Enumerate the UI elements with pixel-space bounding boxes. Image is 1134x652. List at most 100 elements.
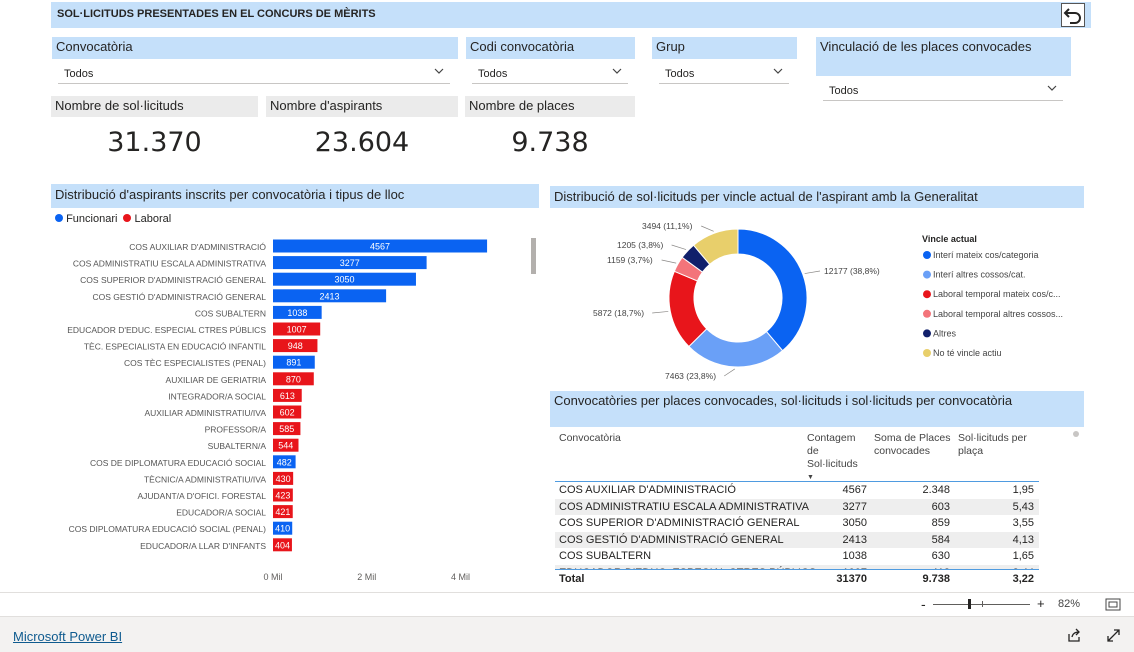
bar-value-label: 891 [286, 358, 301, 368]
donut-legend-item[interactable]: Altres [933, 328, 957, 338]
bar-category-label: AUXILIAR DE GERIATRIA [166, 375, 267, 385]
donut-legend-item[interactable]: No té vincle actiu [933, 348, 1002, 358]
bar-value-label: 404 [275, 540, 290, 550]
bar-value-label: 421 [275, 507, 290, 517]
legend-laboral: Laboral [134, 213, 172, 225]
donut-legend-item[interactable]: Laboral temporal altres cossos... [933, 309, 1063, 319]
col-convocatoria-label: Convocatòria [559, 432, 621, 444]
row-places: 2.348 [922, 484, 950, 496]
convocatoria-dropdown[interactable]: Todos [58, 64, 450, 84]
bar-category-label: COS AUXILIAR D'ADMINISTRACIÓ [129, 242, 266, 252]
card-aspirants-label: Nombre d'aspirants [270, 98, 383, 113]
bar-category-label: AUXILIAR ADMINISTRATIU/IVA [144, 408, 266, 418]
zoom-level: 82% [1058, 598, 1081, 610]
row-ratio: 3,55 [1012, 517, 1034, 529]
donut-legend-marker [923, 270, 931, 279]
chevron-down-icon [773, 68, 783, 74]
chevron-down-icon [1047, 85, 1057, 91]
bar-value-label: 602 [280, 408, 295, 418]
table-header-row: Convocatòria Contagem de Sol·licituds ▼ S… [550, 432, 1040, 481]
reset-button[interactable] [1061, 3, 1085, 27]
power-bi-link[interactable]: Microsoft Power BI [13, 629, 122, 644]
bar-value-label: 1007 [287, 325, 307, 335]
bar-value-label: 482 [277, 457, 292, 467]
leader-line [701, 225, 714, 232]
bar-category-label: COS SUPERIOR D'ADMINISTRACIÓ GENERAL [80, 275, 266, 285]
row-convocatoria: COS AUXILIAR D'ADMINISTRACIÓ [559, 484, 736, 496]
row-solicituds: 3277 [842, 500, 867, 513]
donut-value-label: 5872 (18,7%) [593, 308, 644, 318]
filter-grup-label: Grup [656, 39, 685, 54]
row-solicituds: 3050 [842, 517, 867, 529]
row-ratio: 4,13 [1012, 533, 1034, 546]
card-solicituds-label: Nombre de sol·licituds [55, 98, 184, 113]
table-row[interactable]: COS ADMINISTRATIU ESCALA ADMINISTRATIVA 3… [555, 498, 1039, 515]
donut-slice[interactable] [688, 328, 784, 368]
bar-value-label: 3050 [334, 275, 354, 285]
expand-icon[interactable] [1106, 628, 1121, 643]
table-row[interactable]: COS SUPERIOR D'ADMINISTRACIÓ GENERAL 3050… [555, 515, 1039, 532]
bar-value-label: 4567 [370, 242, 390, 252]
grup-dropdown[interactable]: Todos [659, 64, 789, 84]
bar-category-label: EDUCADOR/A SOCIAL [176, 508, 266, 518]
card-aspirants-header: Nombre d'aspirants [266, 96, 458, 117]
chevron-down-icon [434, 68, 444, 74]
table-row[interactable]: COS AUXILIAR D'ADMINISTRACIÓ 4567 2.348 1,9… [555, 482, 1039, 499]
col-solicituds[interactable]: Contagem de Sol·licituds ▼ [807, 432, 867, 484]
bar-scrollbar[interactable] [531, 238, 536, 274]
col-convocatoria[interactable]: Convocatòria [559, 432, 621, 444]
undo-icon [1063, 8, 1081, 24]
bar-value-label: 870 [286, 374, 301, 384]
filter-codi-header: Codi convocatòria [466, 37, 635, 59]
leader-line [804, 270, 821, 274]
bar-value-label: 3277 [340, 258, 360, 268]
card-solicituds-header: Nombre de sol·licituds [51, 96, 258, 117]
filter-vinculacio-label: Vinculació de les places convocades [820, 39, 1032, 54]
chevron-down-icon [612, 68, 622, 74]
row-ratio: 1,65 [1012, 550, 1034, 562]
table-scroll-indicator[interactable] [1073, 431, 1079, 437]
card-places-value: 9.738 [511, 127, 589, 158]
table-panel-title: Convocatòries per places convocades, sol… [554, 393, 1013, 408]
codi-dropdown[interactable]: Todos [472, 64, 628, 84]
row-convocatoria: COS ADMINISTRATIU ESCALA ADMINISTRATIVA [559, 500, 809, 513]
table-row[interactable]: COS SUBALTERN 1038 630 1,65 [555, 548, 1039, 565]
zoom-slider-thumb[interactable] [968, 599, 971, 609]
footer: Microsoft Power BI [0, 616, 1134, 652]
donut-legend-item[interactable]: Interí mateix cos/categoria [933, 250, 1039, 260]
donut-legend-item[interactable]: Interí altres cossos/cat. [933, 270, 1026, 280]
table-row[interactable]: COS GESTIÓ D'ADMINISTRACIÓ GENERAL 2413 58… [555, 531, 1039, 548]
donut-legend-marker [923, 309, 931, 318]
donut-value-label: 1205 (3,8%) [617, 240, 663, 250]
bar-category-label: COS ADMINISTRATIU ESCALA ADMINISTRATIVA [73, 259, 267, 269]
donut-value-label: 3494 (11,1%) [642, 221, 693, 231]
bar-chart: COS AUXILIAR D'ADMINISTRACIÓ 4567 COS ADMI… [67, 239, 488, 582]
card-places-label: Nombre de places [469, 98, 575, 113]
bar-value-label: 430 [276, 474, 291, 484]
table-body: COS AUXILIAR D'ADMINISTRACIÓ 4567 2.348 1,9… [555, 481, 1039, 569]
bar-value-label: 585 [279, 424, 294, 434]
leader-line [671, 244, 687, 250]
zoom-out-button[interactable]: - [921, 596, 926, 612]
fit-page-icon[interactable] [1105, 598, 1121, 611]
vinculacio-value: Todos [829, 85, 859, 97]
bar-category-label: EDUCADOR/A LLAR D'INFANTS [140, 541, 266, 551]
zoom-slider-tick [982, 601, 983, 607]
donut-legend-marker [923, 329, 931, 338]
leader-line [724, 368, 736, 377]
donut-value-label: 12177 (38,8%) [824, 266, 880, 276]
donut-slice[interactable] [737, 228, 808, 352]
share-icon[interactable] [1067, 628, 1082, 643]
col-places[interactable]: Soma de Places convocades [874, 432, 956, 458]
grup-value: Todos [665, 68, 695, 80]
row-ratio: 5,43 [1012, 500, 1034, 513]
row-solicituds: 4567 [842, 484, 867, 496]
vinculacio-dropdown[interactable]: Todos [823, 81, 1063, 101]
col-ratio[interactable]: Sol·licituds per plaça [958, 432, 1038, 458]
donut-legend-item[interactable]: Laboral temporal mateix cos/c... [933, 289, 1061, 299]
row-convocatoria: COS GESTIÓ D'ADMINISTRACIÓ GENERAL [559, 533, 784, 546]
legend-dot-funcionari [55, 214, 63, 222]
card-aspirants-value: 23.604 [314, 127, 410, 158]
zoom-in-button[interactable]: + [1037, 596, 1045, 611]
row-places: 859 [931, 517, 950, 529]
